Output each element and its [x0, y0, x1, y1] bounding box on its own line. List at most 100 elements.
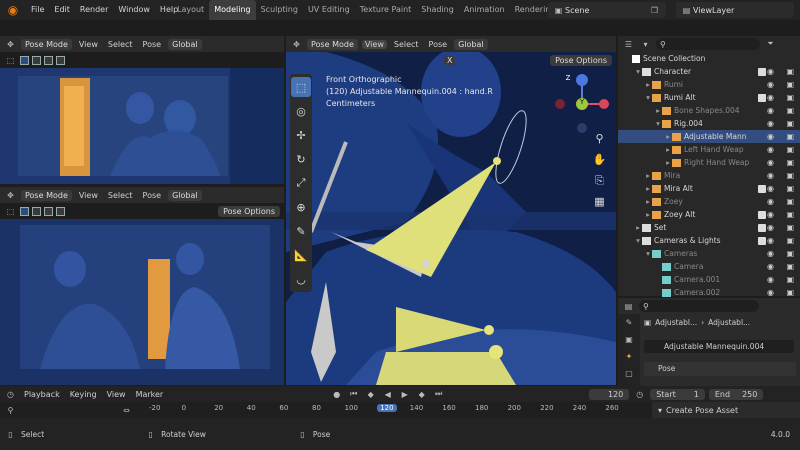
outliner-row[interactable]: ▸ Mira ◉ ▣: [618, 169, 800, 182]
current-frame-field[interactable]: 120: [589, 388, 630, 400]
outliner-row[interactable]: ▾ Rumi Alt ◉ ▣: [618, 91, 800, 104]
render-camera-icon[interactable]: ▣: [786, 145, 794, 154]
editor-type-icon[interactable]: ✥: [4, 189, 17, 202]
expand-arrow-icon[interactable]: ▸: [664, 158, 672, 167]
expand-arrow-icon[interactable]: ▸: [664, 145, 672, 154]
menu-edit[interactable]: Edit: [49, 0, 75, 20]
editor-type-icon[interactable]: ✥: [4, 38, 17, 51]
visibility-eye-icon[interactable]: ◉: [767, 119, 774, 128]
keying-menu[interactable]: Keying: [67, 390, 100, 399]
mode-subtract-icon[interactable]: [44, 55, 53, 65]
prev-key-icon[interactable]: ◆: [364, 388, 377, 401]
tab-shading[interactable]: Shading: [416, 0, 459, 20]
select-box-icon[interactable]: ⬚: [4, 205, 17, 218]
outliner-row[interactable]: ▾ Rig.004 ◉ ▣: [618, 117, 800, 130]
visibility-eye-icon[interactable]: ◉: [767, 145, 774, 154]
view-menu[interactable]: View: [76, 40, 101, 49]
outliner-row[interactable]: ▸ Right Hand Weap ◉ ▣: [618, 156, 800, 169]
render-camera-icon[interactable]: ▣: [786, 184, 794, 193]
move-tool-icon[interactable]: ✢: [291, 125, 311, 145]
timeline-editor-icon[interactable]: ◷: [4, 388, 17, 401]
expand-arrow-icon[interactable]: ▾: [644, 249, 652, 258]
play-icon[interactable]: ▶: [398, 388, 411, 401]
measure-tool-icon[interactable]: 📐: [291, 245, 311, 265]
object-tab-icon[interactable]: ▢: [623, 367, 636, 380]
visibility-eye-icon[interactable]: ◉: [767, 223, 774, 232]
gizmo-neg-x-icon[interactable]: [555, 99, 565, 109]
orientation-dropdown[interactable]: Global: [454, 38, 488, 50]
armature-tab-icon[interactable]: ✦: [623, 350, 636, 363]
render-camera-icon[interactable]: ▣: [786, 106, 794, 115]
exclude-checkbox[interactable]: [758, 93, 766, 102]
visibility-eye-icon[interactable]: ◉: [767, 210, 774, 219]
pose-panel-header[interactable]: Pose: [644, 362, 796, 376]
record-icon[interactable]: ●: [330, 388, 343, 401]
outliner-row[interactable]: ▸ Zoey ◉ ▣: [618, 195, 800, 208]
outliner-search-input[interactable]: ⚲: [656, 38, 760, 50]
mode-intersect-icon[interactable]: [56, 206, 65, 216]
outliner-row[interactable]: ▸ Mira Alt ◉ ▣: [618, 182, 800, 195]
playback-menu[interactable]: Playback: [21, 390, 63, 399]
expand-arrow-icon[interactable]: ▸: [644, 197, 652, 206]
visibility-eye-icon[interactable]: ◉: [767, 80, 774, 89]
editor-type-icon[interactable]: ✥: [290, 38, 303, 51]
camera-view-icon[interactable]: ⎘: [593, 174, 606, 187]
visibility-eye-icon[interactable]: ◉: [767, 132, 774, 141]
render-camera-icon[interactable]: ▣: [786, 223, 794, 232]
visibility-eye-icon[interactable]: ◉: [767, 236, 774, 245]
timeline-view-menu[interactable]: View: [104, 390, 129, 399]
render-camera-icon[interactable]: ▣: [786, 288, 794, 297]
outliner-row[interactable]: ▸ Bone Shapes.004 ◉ ▣: [618, 104, 800, 117]
cursor-tool-icon[interactable]: ◎: [291, 101, 311, 121]
render-camera-icon[interactable]: ▣: [786, 249, 794, 258]
expand-arrow-icon[interactable]: ▾: [634, 67, 642, 76]
gizmo-z-icon[interactable]: [576, 74, 588, 86]
outliner-row[interactable]: ▸ Adjustable Mann ◉ ▣: [618, 130, 800, 143]
tab-texture-paint[interactable]: Texture Paint: [355, 0, 417, 20]
expand-arrow-icon[interactable]: ▾: [644, 93, 652, 102]
exclude-checkbox[interactable]: [758, 223, 766, 232]
visibility-eye-icon[interactable]: ◉: [767, 288, 774, 297]
tweak-tool-icon[interactable]: ⬚: [291, 77, 311, 97]
left-bottom-viewport[interactable]: ✥ Pose Mode View Select Pose Global ⬚ Po…: [0, 187, 284, 385]
grid-icon[interactable]: ▦: [593, 195, 606, 208]
timeline-ruler[interactable]: ⚲ ⇔ -20 0 20 40 60 80 100 120 140 160 180 200 220 240…: [0, 402, 652, 418]
outliner-row[interactable]: ▾ Cameras ◉ ▣: [618, 247, 800, 260]
render-camera-icon[interactable]: ▣: [786, 158, 794, 167]
expand-arrow-icon[interactable]: ▸: [644, 80, 652, 89]
render-camera-icon[interactable]: ▣: [786, 275, 794, 284]
render-camera-icon[interactable]: ▣: [786, 80, 794, 89]
left-top-viewport[interactable]: ✥ Pose Mode View Select Pose Global ⬚: [0, 36, 284, 184]
mode-dropdown[interactable]: Pose Mode: [21, 38, 72, 50]
outliner-row[interactable]: ▾ Cameras & Lights ◉ ▣: [618, 234, 800, 247]
display-mode-icon[interactable]: ▾: [639, 38, 652, 51]
exclude-checkbox[interactable]: [758, 67, 766, 76]
select-menu[interactable]: Select: [391, 40, 422, 49]
outliner-editor-icon[interactable]: ☰: [622, 38, 635, 51]
render-camera-icon[interactable]: ▣: [786, 132, 794, 141]
mode-set-icon[interactable]: [20, 206, 29, 216]
outliner-row[interactable]: ▸ Set ◉ ▣: [618, 221, 800, 234]
create-pose-asset-row[interactable]: ▾ Create Pose Asset: [652, 402, 800, 418]
expand-arrow-icon[interactable]: ▸: [634, 223, 642, 232]
marker-menu[interactable]: Marker: [133, 390, 167, 399]
pan-hand-icon[interactable]: ✋: [593, 153, 607, 166]
properties-search-input[interactable]: ⚲: [639, 300, 759, 312]
visibility-eye-icon[interactable]: ◉: [767, 93, 774, 102]
x-mirror-toggle[interactable]: X: [444, 55, 456, 65]
outliner-row[interactable]: ▸ Rumi ◉ ▣: [618, 78, 800, 91]
outliner-row[interactable]: ▸ Zoey Alt ◉ ▣: [618, 208, 800, 221]
annotate-tool-icon[interactable]: ✎: [291, 221, 311, 241]
tab-sculpting[interactable]: Sculpting: [256, 0, 303, 20]
visibility-eye-icon[interactable]: ◉: [767, 249, 774, 258]
gizmo-neg-z-icon[interactable]: [577, 123, 587, 133]
rotate-tool-icon[interactable]: ↻: [291, 149, 311, 169]
outliner-row[interactable]: Camera.001 ◉ ▣: [618, 273, 800, 286]
render-camera-icon[interactable]: ▣: [786, 210, 794, 219]
visibility-eye-icon[interactable]: ◉: [767, 171, 774, 180]
outliner-row[interactable]: Camera ◉ ▣: [618, 260, 800, 273]
end-frame-field[interactable]: End 250: [708, 388, 764, 400]
pose-options-button[interactable]: Pose Options: [550, 54, 612, 66]
mode-extend-icon[interactable]: [32, 55, 41, 65]
timeline-search-icon[interactable]: ⚲: [4, 404, 17, 417]
